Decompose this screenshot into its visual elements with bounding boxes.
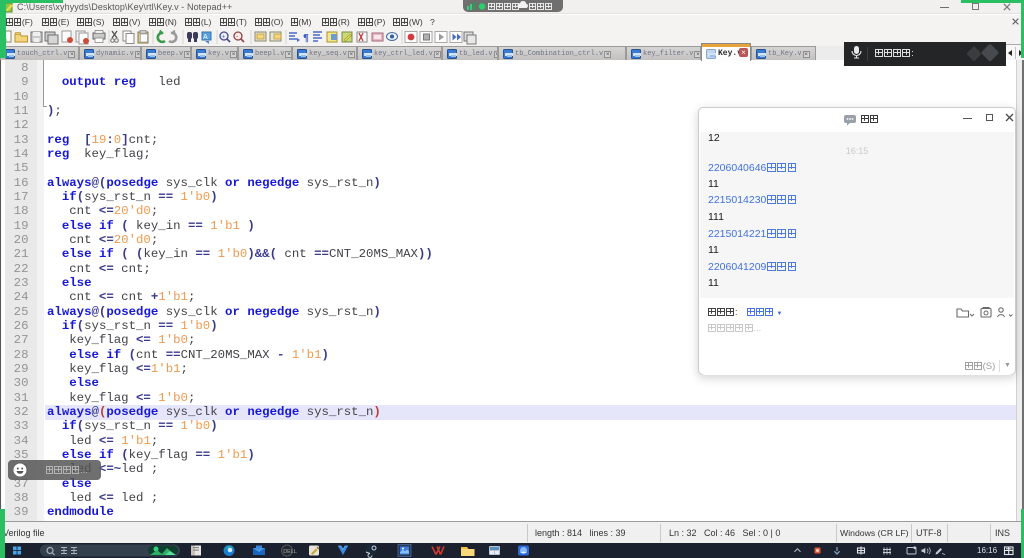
svg-text:DELL: DELL <box>283 549 297 555</box>
svg-text:¶: ¶ <box>303 32 309 44</box>
svg-text:A: A <box>203 34 208 41</box>
svg-text:16:16: 16:16 <box>977 546 998 555</box>
svg-text:+: + <box>222 34 226 41</box>
